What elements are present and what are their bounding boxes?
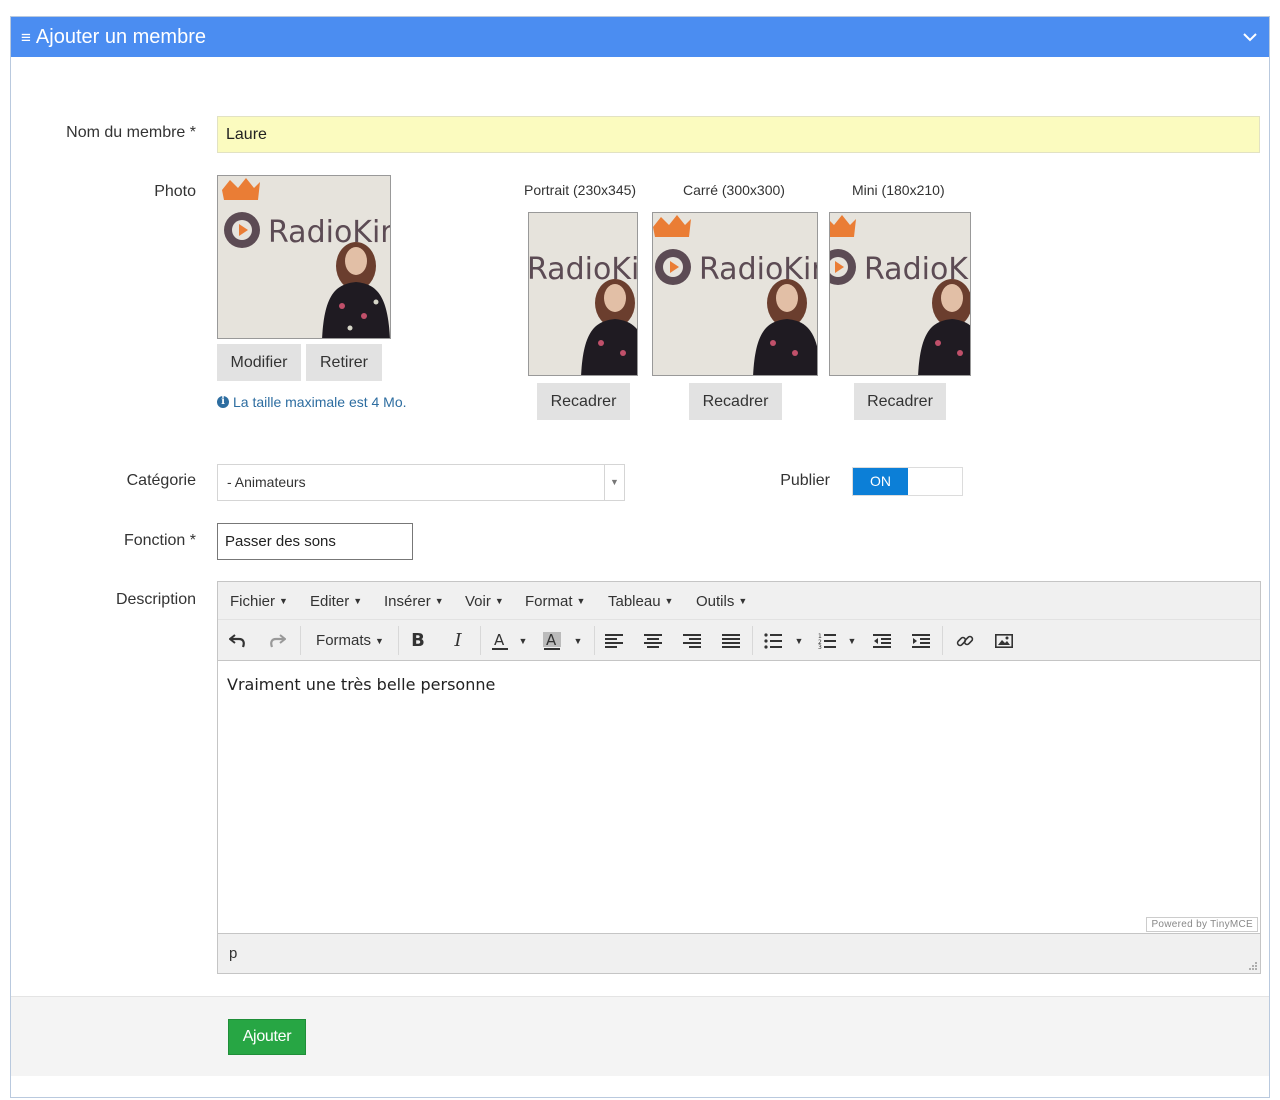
category-select[interactable]: - Animateurs ▼ — [217, 464, 625, 501]
text-color-icon[interactable]: A — [488, 620, 512, 661]
category-label: Catégorie — [126, 472, 196, 489]
indent-icon[interactable] — [909, 620, 933, 661]
crop-mini-button[interactable]: Recadrer — [854, 383, 946, 420]
menu-voir[interactable]: Voir ▼ — [465, 582, 504, 621]
menu-editer[interactable]: Editer ▼ — [310, 582, 362, 621]
formats-dropdown[interactable]: Formats ▼ — [308, 620, 392, 661]
numbered-list-icon[interactable]: 123 — [815, 620, 839, 661]
background-color-dropdown-icon[interactable]: ▼ — [571, 620, 585, 661]
align-right-icon[interactable] — [680, 620, 704, 661]
crop-portrait-button[interactable]: Recadrer — [537, 383, 630, 420]
svg-text:RadioKing: RadioKing — [699, 252, 818, 287]
rich-text-editor: Fichier ▼ Editer ▼ Insérer ▼ Voir ▼ Format ▼ … — [217, 581, 1261, 974]
crop-title-square: Carré (300x300) — [683, 182, 785, 198]
max-size-note: i La taille maximale est 4 Mo. — [217, 394, 407, 410]
bullet-list-dropdown-icon[interactable]: ▼ — [792, 620, 806, 661]
text-color-dropdown-icon[interactable]: ▼ — [516, 620, 530, 661]
publish-toggle-on: ON — [853, 468, 908, 495]
add-member-panel: ≡ Ajouter un membre Nom du membre * Laur… — [10, 16, 1270, 1098]
italic-icon[interactable]: I — [446, 620, 470, 661]
publish-label: Publier — [780, 472, 830, 489]
svg-text:RadioKing: RadioKing — [268, 215, 391, 250]
description-label: Description — [115, 591, 196, 608]
editor-content[interactable]: Vraiment une très belle personne — [218, 661, 1260, 933]
panel-title: Ajouter un membre — [35, 25, 206, 48]
panel-header[interactable]: ≡ Ajouter un membre — [11, 17, 1269, 57]
menu-outils[interactable]: Outils ▼ — [696, 582, 747, 621]
editor-menubar: Fichier ▼ Editer ▼ Insérer ▼ Voir ▼ Format ▼ … — [218, 582, 1260, 620]
crop-title-mini: Mini (180x210) — [852, 182, 945, 198]
link-icon[interactable] — [953, 620, 977, 661]
editor-toolbar: Formats ▼ B I A ▼ A ▼ ▼ 1 2 3 ▼ — [218, 620, 1260, 661]
name-label: Nom du membre * — [66, 124, 196, 141]
svg-text:3: 3 — [818, 644, 822, 649]
bold-icon[interactable]: B — [406, 620, 430, 661]
max-size-text: La taille maximale est 4 Mo. — [233, 394, 407, 410]
background-color-icon[interactable]: A — [540, 620, 564, 661]
function-input[interactable]: Passer des sons — [217, 523, 413, 560]
menu-inserer[interactable]: Insérer ▼ — [384, 582, 444, 621]
redo-icon[interactable] — [265, 620, 289, 661]
crop-square-button[interactable]: Recadrer — [689, 383, 782, 420]
photo-label: Photo — [154, 183, 196, 200]
remove-photo-button[interactable]: Retirer — [306, 344, 382, 381]
add-member-submit-button[interactable]: Ajouter — [228, 1019, 306, 1055]
resize-handle-icon[interactable] — [1248, 961, 1258, 971]
crop-preview-square: RadioKing — [652, 212, 818, 376]
hamburger-icon: ≡ — [21, 27, 31, 47]
editor-statusbar: p — [218, 933, 1260, 973]
align-justify-icon[interactable] — [719, 620, 743, 661]
member-photo: RadioKing — [217, 175, 391, 339]
bullet-list-icon[interactable] — [761, 620, 785, 661]
undo-icon[interactable] — [226, 620, 250, 661]
menu-tableau[interactable]: Tableau ▼ — [608, 582, 673, 621]
svg-text:A: A — [546, 631, 557, 649]
chevron-down-icon[interactable] — [1241, 28, 1259, 46]
category-selected: - Animateurs — [227, 474, 306, 490]
crop-preview-mini: RadioKing — [829, 212, 971, 376]
menu-fichier[interactable]: Fichier ▼ — [230, 582, 288, 621]
element-path[interactable]: p — [229, 945, 237, 962]
select-caret-icon[interactable]: ▼ — [604, 465, 624, 500]
crop-title-portrait: Portrait (230x345) — [524, 182, 637, 198]
menu-format[interactable]: Format ▼ — [525, 582, 585, 621]
info-icon: i — [217, 396, 229, 408]
numbered-list-dropdown-icon[interactable]: ▼ — [845, 620, 859, 661]
align-center-icon[interactable] — [641, 620, 665, 661]
powered-by-tinymce[interactable]: Powered by TinyMCE — [1146, 917, 1258, 932]
member-name-input[interactable]: Laure — [217, 116, 1260, 153]
form-footer: Ajouter — [11, 996, 1269, 1076]
publish-toggle[interactable]: ON — [852, 467, 963, 496]
modify-photo-button[interactable]: Modifier — [217, 344, 301, 381]
image-icon[interactable] — [992, 620, 1016, 661]
outdent-icon[interactable] — [870, 620, 894, 661]
function-label: Fonction * — [123, 532, 196, 549]
svg-text:A: A — [494, 631, 505, 649]
align-left-icon[interactable] — [602, 620, 626, 661]
crop-preview-portrait: RadioKing — [528, 212, 638, 376]
